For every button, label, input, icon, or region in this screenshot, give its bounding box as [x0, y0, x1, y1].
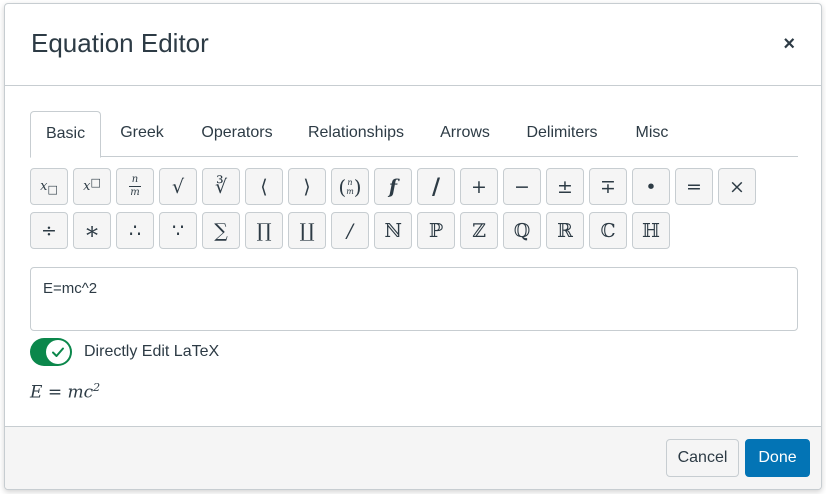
equals-button[interactable]: = — [675, 168, 713, 205]
tab-misc[interactable]: Misc — [628, 111, 676, 157]
reals-button[interactable]: ℝ — [546, 212, 584, 249]
sum-button[interactable]: ∑ — [202, 212, 240, 249]
dialog-header: Equation Editor × — [5, 4, 821, 86]
tab-operators[interactable]: Operators — [192, 111, 282, 157]
therefore-button[interactable]: ∴ — [116, 212, 154, 249]
superscript-button[interactable]: x □ — [73, 168, 111, 205]
tab-relationships[interactable]: Relationships — [300, 111, 412, 157]
latex-input[interactable]: E=mc^2 — [30, 267, 798, 331]
preview-exponent: 2 — [93, 381, 101, 394]
equation-preview: E = mc2 — [30, 381, 100, 403]
bullet-button[interactable]: • — [632, 168, 670, 205]
fraction-button[interactable]: nm — [116, 168, 154, 205]
tab-arrows[interactable]: Arrows — [434, 111, 496, 157]
coproduct-button[interactable]: ∐ — [288, 212, 326, 249]
edit-latex-toggle[interactable] — [30, 338, 72, 366]
quaternions-button[interactable]: ℍ — [632, 212, 670, 249]
naturals-button[interactable]: ℕ — [374, 212, 412, 249]
product-button[interactable]: ∏ — [245, 212, 283, 249]
complex-button[interactable]: ℂ — [589, 212, 627, 249]
minus-plus-button[interactable]: ∓ — [589, 168, 627, 205]
right-angle-button[interactable]: ⟩ — [288, 168, 326, 205]
cancel-button[interactable]: Cancel — [666, 439, 739, 477]
tab-basic[interactable]: Basic — [30, 111, 101, 158]
sqrt-button[interactable]: √ — [159, 168, 197, 205]
done-button[interactable]: Done — [745, 439, 810, 477]
rationals-button[interactable]: ℚ — [503, 212, 541, 249]
function-button[interactable]: f — [374, 168, 412, 205]
asterisk-button[interactable]: ∗ — [73, 212, 111, 249]
slash-button[interactable]: / — [417, 168, 455, 205]
edit-latex-label: Directly Edit LaTeX — [84, 343, 220, 360]
subscript-button[interactable]: x □ — [30, 168, 68, 205]
tab-greek[interactable]: Greek — [112, 111, 172, 157]
times-button[interactable]: × — [718, 168, 756, 205]
plus-button[interactable]: + — [460, 168, 498, 205]
equation-editor-dialog: Equation Editor × Basic Greek Operators … — [4, 3, 822, 490]
dialog-title: Equation Editor — [31, 28, 209, 58]
left-angle-button[interactable]: ⟨ — [245, 168, 283, 205]
integers-button[interactable]: ℤ — [460, 212, 498, 249]
tab-delimiters[interactable]: Delimiters — [519, 111, 605, 157]
nth-root-button[interactable]: ∛ — [202, 168, 240, 205]
close-icon[interactable]: × — [783, 32, 795, 56]
tab-list: Basic Greek Operators Relationships Arro… — [30, 111, 798, 158]
primes-button[interactable]: ℙ — [417, 212, 455, 249]
divide-button[interactable]: ÷ — [30, 212, 68, 249]
plus-minus-button[interactable]: ± — [546, 168, 584, 205]
minus-button[interactable]: − — [503, 168, 541, 205]
check-icon — [46, 340, 70, 364]
dialog-footer: Cancel Done — [5, 426, 821, 489]
slash-thin-button[interactable]: / — [331, 212, 369, 249]
because-button[interactable]: ∵ — [159, 212, 197, 249]
binomial-button[interactable]: (n m) — [331, 168, 369, 205]
preview-base: E = mc — [30, 382, 94, 403]
